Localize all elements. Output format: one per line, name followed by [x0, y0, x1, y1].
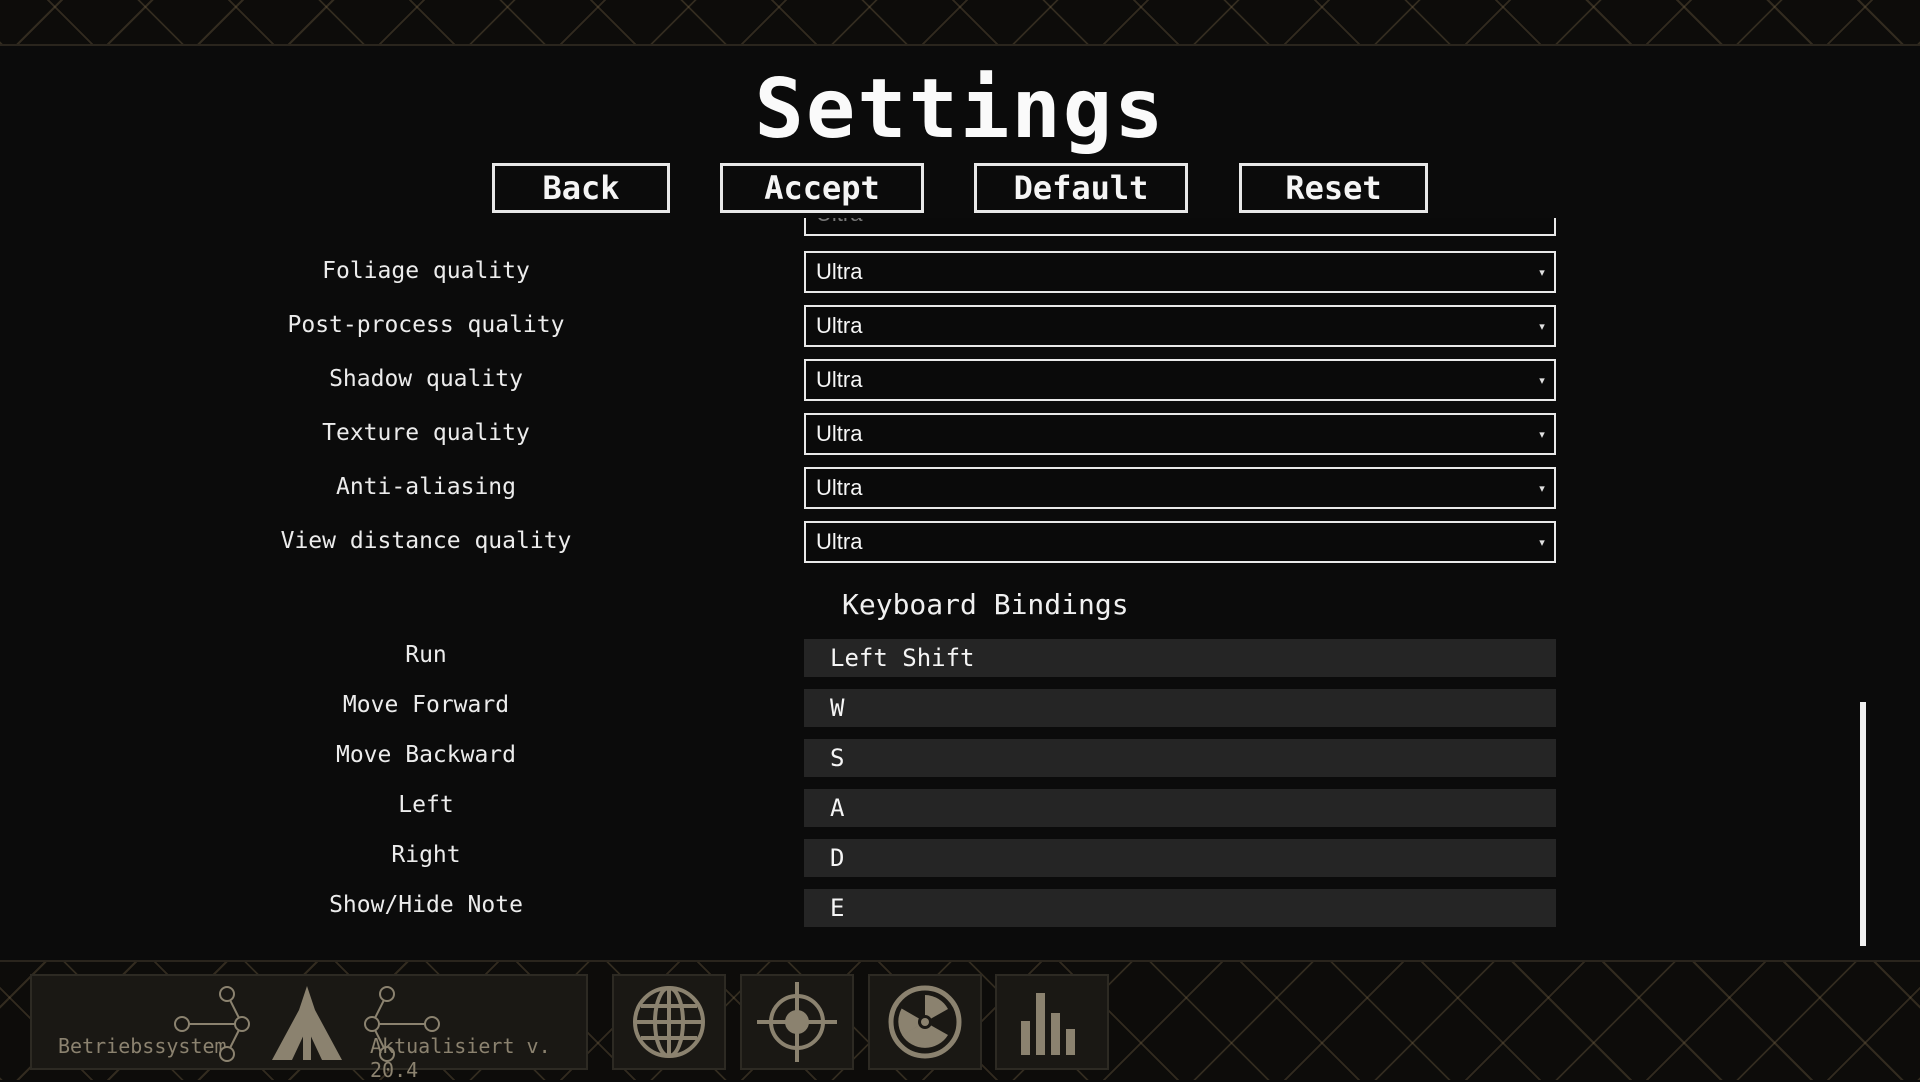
caret-down-icon: ▾	[1539, 536, 1545, 549]
dropdown-value: Ultra	[816, 529, 863, 554]
caret-down-icon: ▾	[1539, 374, 1545, 387]
dropdown-value: Ultra	[816, 421, 863, 446]
label-anti-aliasing: Anti-aliasing	[335, 474, 516, 500]
bar-chart-icon	[1021, 993, 1075, 1055]
os-panel[interactable]: Betriebssystem Aktualisiert v. 20.4	[30, 974, 588, 1082]
globe-icon	[633, 986, 705, 1058]
radiation-button[interactable]	[868, 974, 982, 1070]
keybind-show-hide-note[interactable]: E	[804, 889, 1556, 927]
label-move-backward: Move Backward	[335, 742, 516, 768]
keybind-move-forward[interactable]: W	[804, 689, 1556, 727]
dropdown-value: Ultra	[816, 218, 1554, 227]
back-button[interactable]: Back	[492, 163, 670, 213]
keybind-move-backward[interactable]: S	[804, 739, 1556, 777]
label-run: Run	[405, 642, 447, 668]
settings-scroll-area[interactable]: Ultra Foliage quality Ultra ▾ Post-proce…	[0, 218, 1920, 960]
label-left: Left	[398, 792, 454, 818]
dropdown-post-process-quality[interactable]: Ultra ▾	[804, 305, 1556, 347]
label-show-hide-note: Show/Hide Note	[329, 892, 523, 918]
caret-down-icon: ▾	[1539, 266, 1545, 279]
keyboard-bindings-header: Keyboard Bindings	[842, 588, 1129, 621]
label-post-process-quality: Post-process quality	[287, 312, 565, 338]
keybind-left[interactable]: A	[804, 789, 1556, 827]
label-texture-quality: Texture quality	[322, 420, 530, 446]
dropdown-value: Ultra	[816, 367, 863, 392]
radiation-icon	[888, 985, 962, 1059]
caret-down-icon: ▾	[1539, 428, 1545, 441]
dropdown-partial[interactable]: Ultra	[804, 218, 1556, 236]
stats-button[interactable]	[995, 974, 1109, 1070]
version-label: Aktualisiert v. 20.4	[370, 1034, 551, 1082]
default-button[interactable]: Default	[974, 163, 1188, 213]
keybind-right[interactable]: D	[804, 839, 1556, 877]
top-pattern-band	[0, 0, 1920, 46]
label-move-forward: Move Forward	[342, 692, 510, 718]
accept-button[interactable]: Accept	[720, 163, 924, 213]
dropdown-value: Ultra	[816, 259, 863, 284]
label-right: Right	[391, 842, 461, 868]
crosshair-icon	[757, 982, 837, 1062]
crosshair-button[interactable]	[740, 974, 854, 1070]
caret-down-icon: ▾	[1539, 482, 1545, 495]
label-view-distance-quality: View distance quality	[280, 528, 572, 554]
dropdown-anti-aliasing[interactable]: Ultra ▾	[804, 467, 1556, 509]
globe-button[interactable]	[612, 974, 726, 1070]
scrollbar-thumb[interactable]	[1860, 702, 1866, 946]
caret-down-icon: ▾	[1539, 320, 1545, 333]
dropdown-foliage-quality[interactable]: Ultra ▾	[804, 251, 1556, 293]
keybind-run[interactable]: Left Shift	[804, 639, 1556, 677]
dropdown-value: Ultra	[816, 475, 863, 500]
dropdown-view-distance-quality[interactable]: Ultra ▾	[804, 521, 1556, 563]
reset-button[interactable]: Reset	[1239, 163, 1428, 213]
label-foliage-quality: Foliage quality	[322, 258, 530, 284]
dropdown-texture-quality[interactable]: Ultra ▾	[804, 413, 1556, 455]
taskbar: Betriebssystem Aktualisiert v. 20.4	[0, 960, 1920, 1082]
label-shadow-quality: Shadow quality	[329, 366, 523, 392]
page-title: Settings	[754, 62, 1166, 157]
dropdown-value: Ultra	[816, 313, 863, 338]
dropdown-shadow-quality[interactable]: Ultra ▾	[804, 359, 1556, 401]
